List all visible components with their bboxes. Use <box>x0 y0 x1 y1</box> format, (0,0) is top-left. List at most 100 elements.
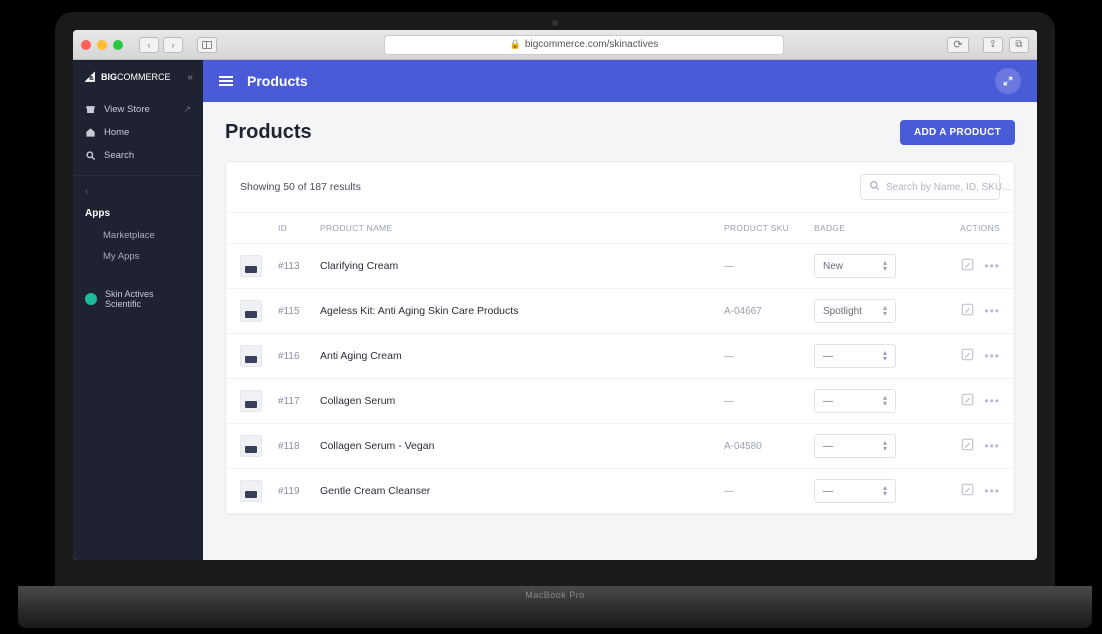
browser-forward-button[interactable]: › <box>163 37 183 53</box>
sidebar-item-home[interactable]: Home <box>73 121 203 144</box>
product-id: #119 <box>278 486 320 497</box>
table-row[interactable]: #113 Clarifying Cream — New ▴▾ ••• <box>226 244 1014 289</box>
store-name: Skin Actives Scientific <box>105 289 191 309</box>
product-thumbnail <box>240 255 262 277</box>
window-controls <box>81 40 123 50</box>
product-sku: — <box>724 351 814 362</box>
badge-value: New <box>823 261 843 272</box>
product-sku: A-04580 <box>724 441 814 452</box>
sidebar-store-indicator[interactable]: Skin Actives Scientific <box>73 279 203 319</box>
badge-value: — <box>823 396 833 407</box>
tabs-button[interactable]: ⧉ <box>1009 37 1029 53</box>
badge-select[interactable]: Spotlight ▴▾ <box>814 299 896 323</box>
reload-button[interactable]: ⟳ <box>947 37 969 53</box>
brand-logo[interactable]: BIGCOMMERCE <box>83 70 171 84</box>
sidebar-item-label: View Store <box>104 104 150 115</box>
sidebar-item-search[interactable]: Search <box>73 144 203 167</box>
table-header: ID PRODUCT NAME PRODUCT SKU BADGE ACTION… <box>226 213 1014 244</box>
sidebar-item-marketplace[interactable]: Marketplace <box>91 225 203 246</box>
topbar-title: Products <box>247 73 308 89</box>
add-product-button[interactable]: ADD A PRODUCT <box>900 120 1015 145</box>
product-id: #113 <box>278 261 320 272</box>
edit-icon[interactable] <box>961 303 974 319</box>
product-id: #117 <box>278 396 320 407</box>
hamburger-menu-icon[interactable] <box>219 76 233 86</box>
product-name: Ageless Kit: Anti Aging Skin Care Produc… <box>320 305 724 317</box>
search-input[interactable] <box>886 182 1018 193</box>
search-input-wrapper[interactable] <box>860 174 1000 200</box>
logo-mark-icon <box>83 70 97 84</box>
minimize-window-icon[interactable] <box>97 40 107 50</box>
more-actions-icon[interactable]: ••• <box>984 349 1000 363</box>
external-link-icon: ↗ <box>183 104 191 115</box>
sidebar-item-my-apps[interactable]: My Apps <box>91 246 203 267</box>
browser-chrome: ‹ › 🔒 bigcommerce.com/skinactives ⟳ ⇪ ⧉ <box>73 30 1037 60</box>
table-row[interactable]: #117 Collagen Serum — — ▴▾ ••• <box>226 379 1014 424</box>
select-arrows-icon: ▴▾ <box>883 440 887 452</box>
badge-value: — <box>823 486 833 497</box>
badge-select[interactable]: — ▴▾ <box>814 479 896 503</box>
sidebar-back[interactable]: ‹ <box>73 180 203 202</box>
sidebar-item-label: Marketplace <box>103 230 155 241</box>
product-name: Anti Aging Cream <box>320 350 724 362</box>
sidebar-item-label: My Apps <box>103 251 139 262</box>
edit-icon[interactable] <box>961 438 974 454</box>
more-actions-icon[interactable]: ••• <box>984 259 1000 273</box>
product-id: #118 <box>278 441 320 452</box>
select-arrows-icon: ▴▾ <box>883 485 887 497</box>
maximize-window-icon[interactable] <box>113 40 123 50</box>
sidebar: BIGCOMMERCE « View Store ↗ <box>73 60 203 560</box>
edit-icon[interactable] <box>961 348 974 364</box>
more-actions-icon[interactable]: ••• <box>984 439 1000 453</box>
product-sku: — <box>724 261 814 272</box>
column-id: ID <box>278 223 320 233</box>
sidebar-item-view-store[interactable]: View Store ↗ <box>73 98 203 121</box>
product-sku: — <box>724 396 814 407</box>
browser-back-button[interactable]: ‹ <box>139 37 159 53</box>
browser-url-bar[interactable]: 🔒 bigcommerce.com/skinactives <box>384 35 784 55</box>
table-row[interactable]: #118 Collagen Serum - Vegan A-04580 — ▴▾… <box>226 424 1014 469</box>
product-name: Gentle Cream Cleanser <box>320 485 724 497</box>
badge-select[interactable]: — ▴▾ <box>814 389 896 413</box>
expand-icon[interactable] <box>995 68 1021 94</box>
edit-icon[interactable] <box>961 393 974 409</box>
column-sku: PRODUCT SKU <box>724 223 814 233</box>
product-name: Collagen Serum - Vegan <box>320 440 724 452</box>
more-actions-icon[interactable]: ••• <box>984 394 1000 408</box>
product-sku: — <box>724 486 814 497</box>
browser-url: bigcommerce.com/skinactives <box>525 39 658 50</box>
share-button[interactable]: ⇪ <box>983 37 1003 53</box>
select-arrows-icon: ▴▾ <box>883 260 887 272</box>
sidebar-item-label: Search <box>104 150 134 161</box>
edit-icon[interactable] <box>961 483 974 499</box>
page-title: Products <box>225 121 312 144</box>
product-name: Collagen Serum <box>320 395 724 407</box>
product-sku: A-04667 <box>724 306 814 317</box>
collapse-sidebar-icon[interactable]: « <box>187 72 193 83</box>
more-actions-icon[interactable]: ••• <box>984 304 1000 318</box>
column-name: PRODUCT NAME <box>320 223 724 233</box>
select-arrows-icon: ▴▾ <box>883 350 887 362</box>
sidebar-section-apps: Apps <box>73 202 203 225</box>
more-actions-icon[interactable]: ••• <box>984 484 1000 498</box>
product-id: #116 <box>278 351 320 362</box>
chevron-left-icon: ‹ <box>85 186 88 196</box>
badge-select[interactable]: New ▴▾ <box>814 254 896 278</box>
topbar: Products <box>203 60 1037 102</box>
table-row[interactable]: #115 Ageless Kit: Anti Aging Skin Care P… <box>226 289 1014 334</box>
product-thumbnail <box>240 390 262 412</box>
product-name: Clarifying Cream <box>320 260 724 272</box>
badge-select[interactable]: — ▴▾ <box>814 344 896 368</box>
home-icon <box>85 127 96 138</box>
badge-select[interactable]: — ▴▾ <box>814 434 896 458</box>
select-arrows-icon: ▴▾ <box>883 305 887 317</box>
products-panel: Showing 50 of 187 results ID P <box>225 161 1015 515</box>
badge-value: — <box>823 441 833 452</box>
browser-sidebar-button[interactable] <box>197 37 217 53</box>
sidebar-item-label: Home <box>104 127 129 138</box>
close-window-icon[interactable] <box>81 40 91 50</box>
table-row[interactable]: #116 Anti Aging Cream — — ▴▾ ••• <box>226 334 1014 379</box>
store-icon <box>85 104 96 115</box>
edit-icon[interactable] <box>961 258 974 274</box>
table-row[interactable]: #119 Gentle Cream Cleanser — — ▴▾ ••• <box>226 469 1014 514</box>
